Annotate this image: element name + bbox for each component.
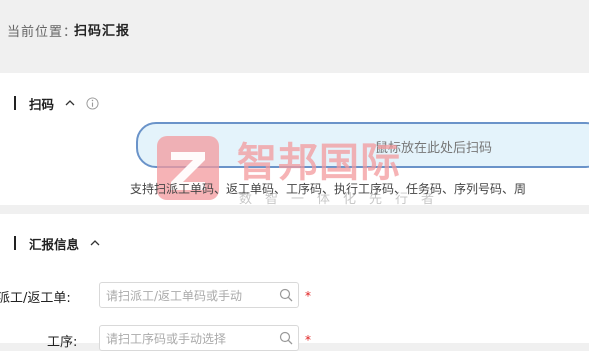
process-placeholder: 请扫工序码或手动选择: [106, 332, 227, 346]
required-mark: *: [305, 333, 311, 347]
scan-hint: 支持扫派工单码、返工单码、工序码、执行工序码、任务码、序列号码、周: [130, 182, 527, 196]
section-bar: [14, 96, 16, 110]
section-bar: [14, 236, 16, 250]
chevron-up-icon[interactable]: [89, 237, 101, 249]
dispatch-order-placeholder: 请扫派工/返工单码或手动: [106, 289, 243, 303]
scan-section-header[interactable]: 扫码: [14, 94, 99, 112]
process-input[interactable]: 请扫工序码或手动选择: [99, 325, 299, 351]
scan-input[interactable]: [136, 122, 589, 168]
scan-section-title: 扫码: [29, 96, 55, 112]
required-mark: *: [305, 289, 311, 303]
process-label: 工序:: [47, 335, 78, 350]
report-section-header[interactable]: 汇报信息: [14, 234, 101, 252]
search-icon[interactable]: [279, 288, 293, 302]
chevron-up-icon[interactable]: [64, 97, 76, 109]
breadcrumb-label: 当前位置：: [7, 25, 78, 40]
scan-input-placeholder: 鼠标放在此处后扫码: [375, 141, 493, 156]
report-section-title: 汇报信息: [29, 236, 80, 252]
dispatch-order-label: 派工/返工单:: [0, 291, 71, 306]
info-icon[interactable]: [86, 96, 99, 110]
breadcrumb: 当前位置： 扫码汇报: [0, 0, 589, 62]
breadcrumb-current: 扫码汇报: [74, 24, 131, 39]
dispatch-order-input[interactable]: 请扫派工/返工单码或手动: [99, 282, 299, 308]
